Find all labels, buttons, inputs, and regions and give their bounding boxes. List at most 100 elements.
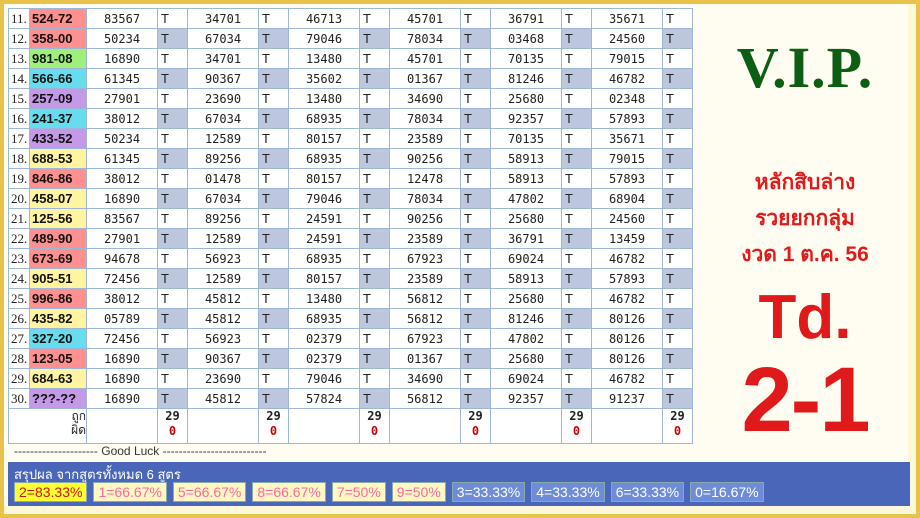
t-marker: T — [157, 148, 188, 169]
formula-cell: 46782 — [591, 288, 663, 309]
t-marker: T — [460, 328, 491, 349]
footer-blank — [389, 408, 461, 444]
count-right: 29 — [165, 409, 180, 423]
formula-cell: 45701 — [389, 8, 461, 29]
formula-cell: 45812 — [187, 388, 259, 409]
t-marker: T — [460, 68, 491, 89]
t-marker: T — [359, 188, 390, 209]
row-number: 25. — [8, 288, 30, 309]
row-number: 17. — [8, 128, 30, 149]
count-right: 29 — [468, 409, 483, 423]
formula-cell: 80126 — [591, 348, 663, 369]
footer-count: 29 0 — [157, 408, 188, 444]
formula-cell: 16890 — [86, 368, 158, 389]
formula-cell: 92357 — [490, 388, 562, 409]
row-key: 688-53 — [29, 148, 87, 169]
formula-cell: 12589 — [187, 128, 259, 149]
t-marker: T — [258, 8, 289, 29]
formula-cell: 45701 — [389, 48, 461, 69]
label-wrong: ผิด — [71, 423, 86, 437]
t-marker: T — [561, 208, 592, 229]
table-row: 23. 673-69 94678 T 56923 T 68935 T 67923 T 69024 T 4… — [8, 248, 693, 269]
formula-cell: 12589 — [187, 268, 259, 289]
count-wrong: 0 — [673, 424, 682, 438]
t-marker: T — [662, 148, 693, 169]
row-key: 566-66 — [29, 68, 87, 89]
t-marker: T — [561, 48, 592, 69]
formula-cell: 25680 — [490, 88, 562, 109]
formula-cell: 58913 — [490, 148, 562, 169]
table-row: 21. 125-56 83567 T 89256 T 24591 T 90256 T 25680 T 2… — [8, 208, 693, 229]
t-marker: T — [662, 108, 693, 129]
formula-cell: 90256 — [389, 148, 461, 169]
formula-cell: 90367 — [187, 348, 259, 369]
t-marker: T — [561, 388, 592, 409]
count-right: 29 — [569, 409, 584, 423]
formula-cell: 83567 — [86, 8, 158, 29]
row-number: 13. — [8, 48, 30, 69]
formula-cell: 46782 — [591, 248, 663, 269]
formula-cell: 72456 — [86, 328, 158, 349]
t-marker: T — [157, 28, 188, 49]
row-number: 23. — [8, 248, 30, 269]
row-number: 28. — [8, 348, 30, 369]
t-marker: T — [157, 268, 188, 289]
row-number: 11. — [8, 8, 30, 29]
formula-cell: 80157 — [288, 268, 360, 289]
row-key: 358-00 — [29, 28, 87, 49]
t-marker: T — [460, 248, 491, 269]
t-marker: T — [359, 208, 390, 229]
formula-cell: 27901 — [86, 88, 158, 109]
t-marker: T — [561, 68, 592, 89]
formula-cell: 13480 — [288, 88, 360, 109]
t-marker: T — [359, 348, 390, 369]
t-marker: T — [561, 88, 592, 109]
row-key: 327-20 — [29, 328, 87, 349]
summary-chip: 8=66.67% — [252, 482, 326, 502]
count-right: 29 — [367, 409, 382, 423]
row-number: 24. — [8, 268, 30, 289]
summary-chip: 9=50% — [391, 482, 446, 502]
t-marker: T — [460, 368, 491, 389]
result-pair: 2-1 — [741, 349, 871, 451]
row-key: 433-52 — [29, 128, 87, 149]
formula-cell: 34690 — [389, 368, 461, 389]
formula-cell: 46782 — [591, 368, 663, 389]
formula-cell: 81246 — [490, 308, 562, 329]
table-row: 17. 433-52 50234 T 12589 T 80157 T 23589 T 70135 T 3… — [8, 128, 693, 149]
row-number: 22. — [8, 228, 30, 249]
row-key: 524-72 — [29, 8, 87, 29]
t-marker: T — [258, 168, 289, 189]
t-marker: T — [460, 208, 491, 229]
formula-cell: 72456 — [86, 268, 158, 289]
t-marker: T — [258, 128, 289, 149]
formula-cell: 79046 — [288, 188, 360, 209]
formula-cell: 34690 — [389, 88, 461, 109]
formula-cell: 78034 — [389, 188, 461, 209]
t-marker: T — [662, 28, 693, 49]
row-key: 673-69 — [29, 248, 87, 269]
t-marker: T — [460, 28, 491, 49]
t-marker: T — [157, 248, 188, 269]
row-key: 241-37 — [29, 108, 87, 129]
formula-cell: 80126 — [591, 328, 663, 349]
t-marker: T — [561, 148, 592, 169]
t-marker: T — [359, 248, 390, 269]
row-key: 123-05 — [29, 348, 87, 369]
formula-cell: 68904 — [591, 188, 663, 209]
formula-cell: 69024 — [490, 368, 562, 389]
t-marker: T — [157, 348, 188, 369]
row-number: 14. — [8, 68, 30, 89]
t-marker: T — [662, 348, 693, 369]
t-marker: T — [561, 248, 592, 269]
table-row: 24. 905-51 72456 T 12589 T 80157 T 23589 T 58913 T 5… — [8, 268, 693, 289]
t-marker: T — [157, 188, 188, 209]
formula-cell: 02348 — [591, 88, 663, 109]
table-row: 22. 489-90 27901 T 12589 T 24591 T 23589 T 36791 T 1… — [8, 228, 693, 249]
t-marker: T — [662, 368, 693, 389]
footer-blank — [187, 408, 259, 444]
t-marker: T — [359, 8, 390, 29]
table-row: 14. 566-66 61345 T 90367 T 35602 T 01367 T 81246 T 4… — [8, 68, 693, 89]
t-marker: T — [157, 208, 188, 229]
formula-cell: 70135 — [490, 48, 562, 69]
